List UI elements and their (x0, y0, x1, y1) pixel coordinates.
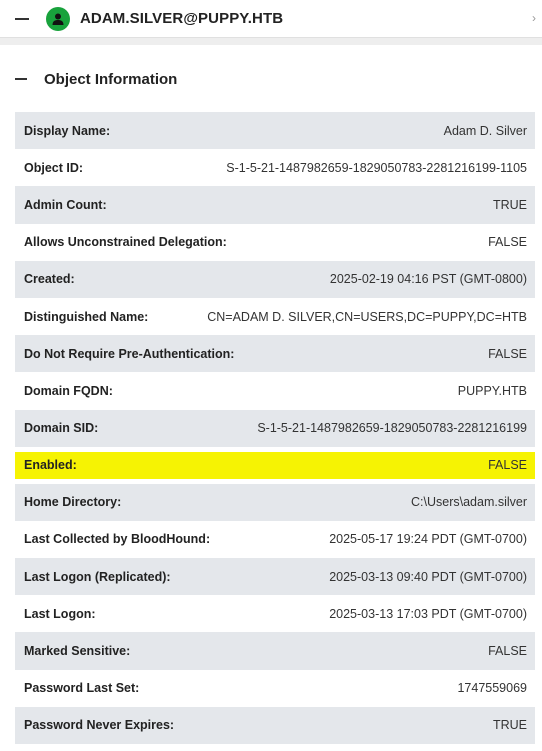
property-label: Domain FQDN: (24, 383, 113, 398)
property-label: Home Directory: (24, 495, 122, 510)
property-row: Allows Unconstrained Delegation: FALSE (15, 223, 535, 261)
property-value: FALSE (488, 235, 527, 250)
property-value: TRUE (492, 197, 527, 212)
object-information-panel: Object Information Display Name: Adam D.… (0, 45, 542, 751)
property-row: Last Collected by BloodHound: 2025-05-17… (15, 520, 535, 559)
property-label: Marked Sensitive: (24, 644, 131, 659)
property-label: Display Name: (24, 123, 111, 138)
property-label: Object ID: (24, 160, 84, 175)
property-row: Admin Count: TRUE (15, 186, 535, 224)
property-row: Do Not Require Pre-Authentication: FALSE (15, 335, 535, 373)
property-label: Password Never Expires: (24, 718, 175, 733)
property-label: Enabled: (24, 458, 77, 473)
property-value: 2025-05-17 19:24 PDT (GMT-0700) (329, 532, 527, 547)
property-label: Password Last Set: (24, 681, 140, 696)
property-row: Object ID: S-1-5-21-1487982659-182905078… (15, 149, 535, 187)
property-row: Last Logon: 2025-03-13 17:03 PDT (GMT-07… (15, 595, 535, 633)
property-value: FALSE (488, 458, 527, 473)
section-header[interactable]: Object Information (0, 45, 542, 113)
property-label: Created: (24, 272, 75, 287)
property-value: S-1-5-21-1487982659-1829050783-228121619… (257, 421, 527, 436)
property-value: 2025-03-13 17:03 PDT (GMT-0700) (329, 606, 527, 621)
user-icon (46, 6, 70, 31)
property-value: 2025-03-13 09:40 PDT (GMT-0700) (329, 569, 527, 584)
property-row-highlighted: Enabled: FALSE (15, 451, 535, 479)
property-value: PUPPY.HTB (457, 383, 527, 398)
property-label: Domain SID: (24, 421, 99, 436)
property-row: Distinguished Name: CN=ADAM D. SILVER,CN… (15, 297, 535, 336)
property-row: Domain SID: S-1-5-21-1487982659-18290507… (15, 409, 535, 447)
collapse-icon[interactable] (15, 78, 27, 80)
property-value: TRUE (492, 718, 527, 733)
property-label: Do Not Require Pre-Authentication: (24, 346, 235, 361)
property-row: Last Logon (Replicated): 2025-03-13 09:4… (15, 558, 535, 596)
node-name: ADAM.SILVER@PUPPY.HTB (80, 10, 284, 27)
collapse-icon[interactable] (15, 17, 29, 20)
property-label: Last Logon: (24, 606, 96, 621)
properties-table: Display Name: Adam D. Silver Object ID: … (15, 112, 535, 744)
property-row: Display Name: Adam D. Silver (15, 112, 535, 150)
property-label: Last Collected by BloodHound: (24, 532, 211, 547)
property-value: 2025-02-19 04:16 PST (GMT-0800) (329, 272, 527, 287)
property-value: Adam D. Silver (443, 123, 527, 138)
property-row: Password Never Expires: TRUE (15, 706, 535, 744)
node-header[interactable]: ADAM.SILVER@PUPPY.HTB › (0, 0, 542, 38)
property-value: C:\Users\adam.silver (411, 495, 527, 510)
property-row: Password Last Set: 1747559069 (15, 669, 535, 707)
property-row: Marked Sensitive: FALSE (15, 632, 535, 670)
scroll-edge-icon: › (532, 11, 536, 25)
property-label: Last Logon (Replicated): (24, 569, 171, 584)
property-row: Home Directory: C:\Users\adam.silver (15, 483, 535, 521)
property-row: Domain FQDN: PUPPY.HTB (15, 372, 535, 410)
property-label: Allows Unconstrained Delegation: (24, 235, 227, 250)
property-row: Created: 2025-02-19 04:16 PST (GMT-0800) (15, 260, 535, 298)
property-value: FALSE (488, 644, 527, 659)
property-value: CN=ADAM D. SILVER,CN=USERS,DC=PUPPY,DC=H… (207, 309, 527, 324)
property-value: S-1-5-21-1487982659-1829050783-228121619… (226, 160, 527, 175)
property-value: FALSE (488, 346, 527, 361)
property-label: Distinguished Name: (24, 309, 149, 324)
section-title: Object Information (44, 70, 178, 88)
property-label: Admin Count: (24, 197, 107, 212)
property-value: 1747559069 (457, 681, 527, 696)
